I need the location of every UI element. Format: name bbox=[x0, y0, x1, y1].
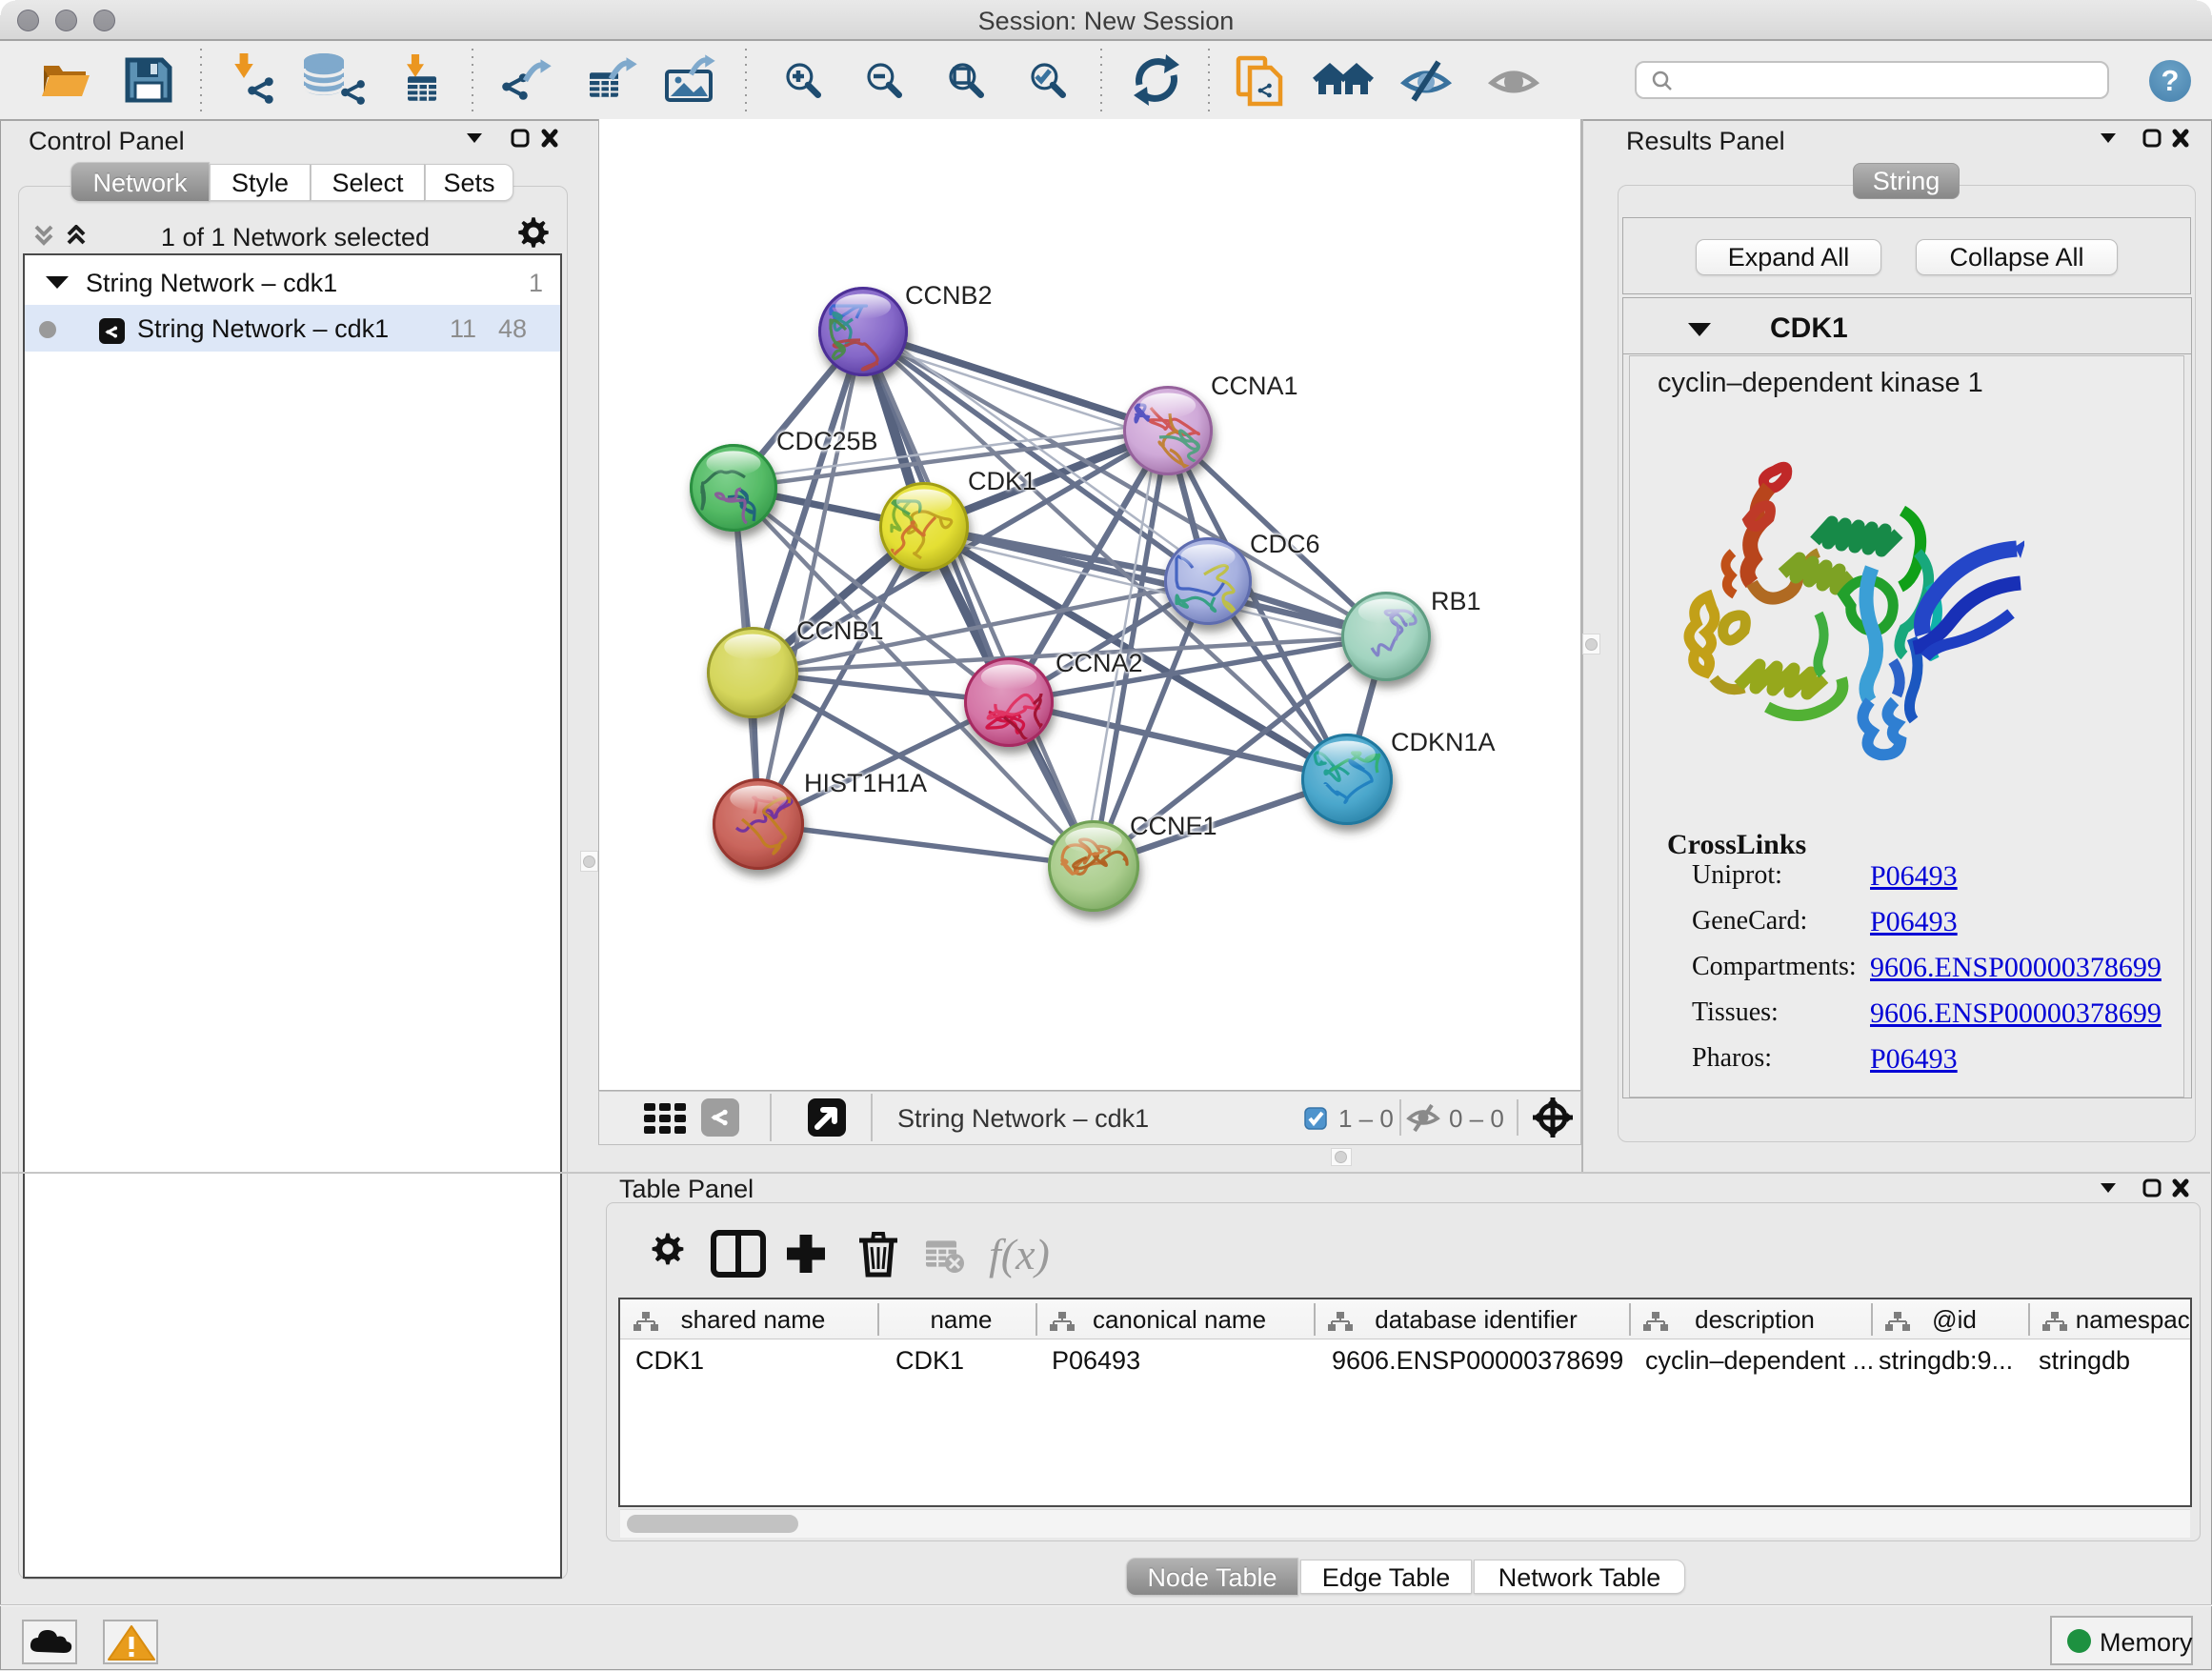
svg-text:@id: @id bbox=[1932, 1305, 1977, 1334]
svg-text:f(x): f(x) bbox=[989, 1230, 1050, 1278]
svg-text:canonical name: canonical name bbox=[1093, 1305, 1266, 1334]
svg-text:database identifier: database identifier bbox=[1375, 1305, 1578, 1334]
svg-text:description: description bbox=[1695, 1305, 1815, 1334]
svg-text:1 – 0: 1 – 0 bbox=[1338, 1104, 1394, 1133]
svg-text:name: name bbox=[930, 1305, 992, 1334]
svg-text:String Network – cdk1: String Network – cdk1 bbox=[897, 1104, 1149, 1133]
svg-text:shared name: shared name bbox=[681, 1305, 826, 1334]
svg-text:0 – 0: 0 – 0 bbox=[1449, 1104, 1504, 1133]
svg-text:namespace: namespace bbox=[2076, 1305, 2190, 1334]
